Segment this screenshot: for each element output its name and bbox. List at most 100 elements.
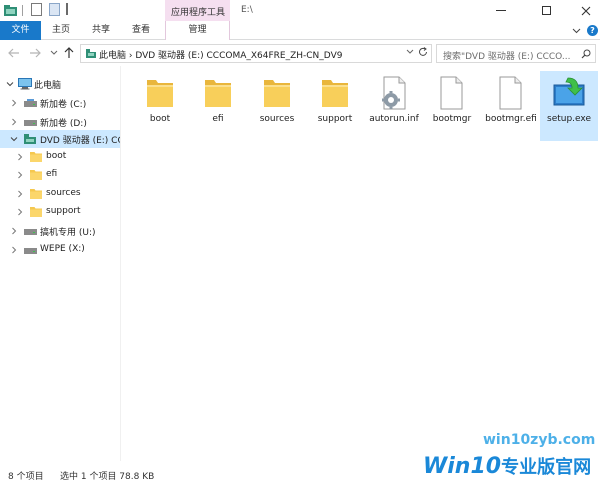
expand-ribbon-chevron-icon[interactable]: [572, 26, 581, 35]
tree-item-drive-u[interactable]: 搞机专用 (U:): [0, 222, 120, 240]
file-item-support[interactable]: support: [306, 71, 364, 141]
tab-manage[interactable]: 管理: [165, 21, 230, 40]
tree-item-label: WEPE (X:): [40, 244, 85, 254]
tree-item-drive-c[interactable]: 新加卷 (C:): [0, 94, 120, 112]
tree-item-support[interactable]: support: [0, 203, 120, 221]
tab-home[interactable]: 主页: [41, 21, 81, 40]
refresh-icon[interactable]: [418, 47, 428, 57]
drive-icon: [24, 248, 37, 254]
tree-item-this-pc[interactable]: 此电脑: [0, 75, 120, 93]
address-path: 此电脑 › DVD 驱动器 (E:) CCCOMA_X64FRE_ZH-CN_D…: [99, 51, 343, 61]
forward-button[interactable]: [28, 46, 42, 60]
search-icon[interactable]: [581, 49, 591, 59]
up-arrow-icon: [64, 47, 74, 58]
help-icon[interactable]: ?: [587, 25, 598, 36]
drive-icon: [24, 229, 37, 235]
search-placeholder: 搜索"DVD 驱动器 (E:) CCCO...: [443, 52, 571, 62]
file-label: setup.exe: [547, 114, 591, 124]
dvd-drive-icon: [24, 134, 36, 144]
minimize-icon: [496, 10, 506, 11]
tree-item-label: 此电脑: [34, 81, 62, 91]
maximize-icon: [541, 6, 551, 15]
file-icon: [499, 76, 522, 110]
setup-icon: [553, 77, 585, 106]
application-tools-header: 应用程序工具: [165, 0, 230, 21]
back-arrow-icon: [8, 48, 19, 58]
navigation-bar: 此电脑 › DVD 驱动器 (E:) CCCOMA_X64FRE_ZH-CN_D…: [0, 40, 600, 66]
address-bar[interactable]: 此电脑 › DVD 驱动器 (E:) CCCOMA_X64FRE_ZH-CN_D…: [80, 44, 432, 63]
navigation-pane: 此电脑 新加卷 (C:) 新加卷 (D:) DVD 驱动器 (E:) CC bo…: [0, 66, 120, 461]
folder-icon: [30, 189, 42, 199]
tab-file[interactable]: 文件: [0, 21, 41, 40]
chevron-right-icon[interactable]: [10, 99, 18, 107]
file-item-sources[interactable]: sources: [248, 71, 306, 141]
quick-access-pin-icon[interactable]: [66, 3, 68, 15]
tree-item-dvd-drive-e[interactable]: DVD 驱动器 (E:) CC: [0, 130, 120, 148]
tree-item-efi[interactable]: efi: [0, 166, 120, 184]
file-label: efi: [212, 114, 224, 124]
minimize-button[interactable]: [486, 0, 516, 21]
address-dropdown-icon[interactable]: [406, 49, 414, 55]
chevron-down-icon[interactable]: [6, 80, 14, 88]
file-item-boot[interactable]: boot: [131, 71, 189, 141]
folder-icon: [322, 80, 348, 107]
tree-item-sources[interactable]: sources: [0, 185, 120, 203]
chevron-right-icon[interactable]: [16, 208, 24, 216]
file-label: bootmgr.efi: [485, 114, 537, 124]
file-label: sources: [259, 114, 295, 124]
selection-info: 选中 1 个项目 78.8 KB: [60, 472, 155, 482]
chevron-down-icon[interactable]: [10, 135, 18, 143]
properties-icon[interactable]: [31, 3, 42, 16]
quick-access-separator: [22, 5, 23, 16]
tree-item-label: 新加卷 (D:): [40, 119, 87, 129]
file-label: bootmgr: [432, 114, 472, 124]
computer-icon: [18, 78, 32, 90]
maximize-button[interactable]: [531, 0, 561, 21]
recent-locations-button[interactable]: [47, 46, 61, 60]
drive-icon: [24, 120, 37, 126]
tree-item-label: support: [46, 206, 81, 216]
application-tools-label: 应用程序工具: [171, 8, 226, 18]
folder-icon: [205, 80, 231, 107]
watermark-site: win10zyb.com: [483, 432, 596, 448]
drive-icon: [24, 99, 37, 107]
file-label: autorun.inf: [369, 114, 419, 124]
new-folder-icon[interactable]: [49, 3, 60, 16]
window-title: E:\: [241, 5, 253, 15]
forward-arrow-icon: [30, 48, 41, 58]
item-count: 8 个项目: [8, 472, 44, 482]
file-list[interactable]: boot efi sources support autorun.inf boo…: [121, 66, 600, 461]
tab-view[interactable]: 查看: [121, 21, 161, 40]
chevron-right-icon[interactable]: [16, 190, 24, 198]
chevron-right-icon[interactable]: [10, 227, 18, 235]
chevron-down-icon: [50, 50, 58, 55]
search-input[interactable]: 搜索"DVD 驱动器 (E:) CCCO...: [436, 44, 596, 63]
back-button[interactable]: [7, 46, 21, 60]
file-item-efi[interactable]: efi: [189, 71, 247, 141]
chevron-right-icon[interactable]: [16, 171, 24, 179]
file-item-bootmgr-efi[interactable]: bootmgr.efi: [482, 71, 540, 141]
tree-item-drive-d[interactable]: 新加卷 (D:): [0, 113, 120, 131]
file-label: boot: [149, 114, 171, 124]
explorer-app-icon[interactable]: [4, 3, 17, 17]
tab-share[interactable]: 共享: [81, 21, 121, 40]
tree-item-label: efi: [46, 169, 58, 179]
tree-item-label: DVD 驱动器 (E:) CC: [40, 136, 120, 146]
watermark-logo: Win10专业版官网: [423, 453, 591, 479]
tree-item-label: boot: [46, 151, 67, 161]
file-item-bootmgr[interactable]: bootmgr: [423, 71, 481, 141]
dvd-drive-icon: [86, 49, 96, 58]
tree-item-boot[interactable]: boot: [0, 148, 120, 166]
close-button[interactable]: [571, 0, 600, 21]
file-item-setup-exe[interactable]: setup.exe: [540, 71, 598, 141]
chevron-right-icon[interactable]: [10, 246, 18, 254]
file-item-autorun-inf[interactable]: autorun.inf: [365, 71, 423, 141]
chevron-right-icon[interactable]: [10, 118, 18, 126]
tree-item-label: sources: [46, 188, 81, 198]
tree-item-drive-x[interactable]: WEPE (X:): [0, 241, 120, 259]
close-icon: [581, 6, 591, 15]
tree-item-label: 新加卷 (C:): [40, 100, 87, 110]
folder-icon: [147, 80, 173, 107]
chevron-right-icon[interactable]: [16, 153, 24, 161]
up-button[interactable]: [62, 46, 76, 60]
